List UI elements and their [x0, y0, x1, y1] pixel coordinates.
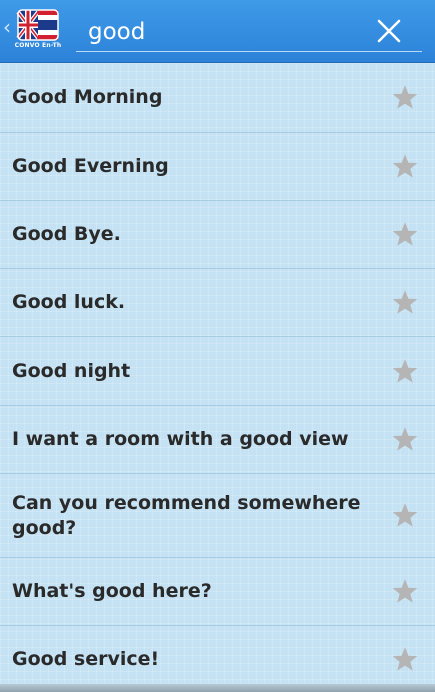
favorite-star-button[interactable]: [375, 337, 435, 405]
star-icon: [392, 646, 418, 671]
star-icon: [392, 579, 418, 603]
close-icon: [377, 19, 401, 43]
star-icon: [392, 154, 418, 178]
list-item[interactable]: I want a room with a good view: [0, 406, 435, 474]
list-item[interactable]: Good Bye.: [0, 201, 435, 269]
bottom-edge-shadow: [0, 684, 435, 692]
list-item[interactable]: Good Morning: [0, 63, 435, 133]
phrase-text: Good Everning: [12, 155, 169, 177]
phrase-text: Good luck.: [12, 291, 126, 313]
list-item[interactable]: Good service!: [0, 626, 435, 692]
favorite-star-button[interactable]: [375, 626, 435, 692]
flag-logo-icon: [16, 9, 59, 41]
star-icon: [392, 85, 418, 109]
favorite-star-button[interactable]: [375, 406, 435, 473]
phrase-text: Can you recommend somewhere good?: [12, 491, 361, 539]
phrase-text: Good Morning: [12, 86, 163, 108]
list-item[interactable]: Good luck.: [0, 269, 435, 337]
list-item[interactable]: Good Everning: [0, 133, 435, 201]
favorite-star-button[interactable]: [375, 474, 435, 557]
favorite-star-button[interactable]: [375, 63, 435, 132]
phrase-text: What's good here?: [12, 580, 212, 602]
list-item[interactable]: What's good here?: [0, 558, 435, 626]
phrase-text: Good night: [12, 359, 131, 382]
star-icon: [392, 222, 418, 246]
favorite-star-button[interactable]: [375, 201, 435, 268]
star-icon: [392, 503, 418, 527]
favorite-star-button[interactable]: [375, 558, 435, 625]
clear-search-button[interactable]: [370, 13, 408, 49]
results-list: Good Morning Good Everning Good Bye. Goo…: [0, 63, 435, 692]
app-toolbar: ‹ CONVO En-Th: [0, 0, 435, 63]
phrase-text: Good service!: [12, 647, 160, 670]
star-icon: [392, 358, 418, 383]
logo-caption: CONVO En-Th: [14, 42, 62, 49]
list-item[interactable]: Can you recommend somewhere good?: [0, 474, 435, 558]
favorite-star-button[interactable]: [375, 133, 435, 200]
app-logo[interactable]: CONVO En-Th: [14, 8, 62, 54]
star-icon: [392, 290, 418, 314]
back-chevron-icon[interactable]: ‹: [3, 17, 11, 37]
star-icon: [392, 427, 418, 451]
phrase-text: I want a room with a good view: [12, 428, 349, 450]
list-item[interactable]: Good night: [0, 337, 435, 406]
favorite-star-button[interactable]: [375, 269, 435, 336]
phrase-text: Good Bye.: [12, 223, 121, 245]
